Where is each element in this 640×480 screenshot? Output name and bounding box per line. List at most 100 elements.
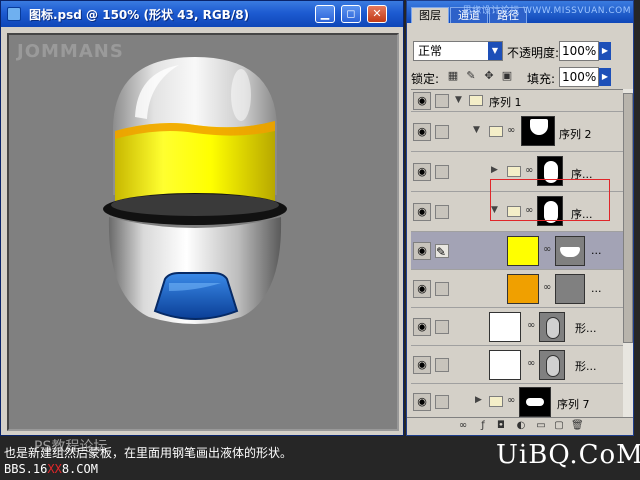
folder-icon [507, 166, 521, 177]
chain-icon: ∞ [527, 320, 536, 331]
vector-mask-thumbnail[interactable] [521, 116, 555, 146]
layer-row[interactable]: ◉ ∞ 形... [411, 308, 623, 346]
lock-label: 锁定: [411, 72, 440, 86]
eye-icon[interactable]: ◉ [413, 203, 431, 221]
highlight-annotation [490, 179, 610, 221]
chevron-down-icon[interactable]: ▼ [488, 42, 502, 60]
link-layers-icon[interactable]: ∞ [457, 420, 469, 432]
folder-icon [469, 95, 483, 106]
eye-icon[interactable]: ◉ [413, 393, 431, 411]
folder-icon [489, 396, 503, 407]
tab-layers[interactable]: 图层 [411, 7, 449, 23]
link-toggle[interactable] [435, 320, 449, 334]
layer-row[interactable]: ◉ ∞ 形... [411, 346, 623, 384]
layer-row-selected[interactable]: ◉ ✎ ∞ ... [411, 232, 623, 270]
chain-icon: ∞ [507, 125, 516, 136]
capsule-artwork [103, 57, 287, 324]
layers-titlebar[interactable]: 图层 通道 路径 思缘设计论坛 WWW.MISSVUAN.COM [407, 1, 633, 23]
lock-all-icon[interactable]: ▣ [501, 70, 513, 82]
blend-mode-value: 正常 [418, 44, 443, 58]
eye-icon[interactable]: ◉ [413, 123, 431, 141]
fill-input[interactable]: 100% [559, 67, 599, 87]
expand-triangle-icon[interactable]: ▼ [473, 125, 480, 135]
vector-mask-thumbnail[interactable] [519, 387, 551, 417]
link-toggle[interactable] [435, 358, 449, 372]
link-toggle[interactable] [435, 282, 449, 296]
chain-icon: ∞ [527, 358, 536, 369]
site-watermark: 思缘设计论坛 WWW.MISSVUAN.COM [462, 6, 631, 16]
layer-row[interactable]: ◉ ∞ ... [411, 270, 623, 308]
link-toggle[interactable] [435, 94, 449, 108]
adjustment-layer-icon[interactable]: ◐ [515, 420, 527, 432]
eye-icon[interactable]: ◉ [413, 242, 431, 260]
layer-style-icon[interactable]: ƒ [477, 420, 489, 432]
layer-name: 序列 2 [559, 128, 592, 141]
url-suffix: 8.COM [61, 462, 98, 476]
eye-icon[interactable]: ◉ [413, 356, 431, 374]
canvas[interactable]: JOMMANS [7, 33, 399, 431]
caption-text: 也是新建组然后蒙板，在里面用钢笔画出液体的形状。 [4, 446, 293, 460]
orange-fill-thumbnail[interactable] [507, 274, 539, 304]
layers-footer: ∞ ƒ ◘ ◐ ▭ ▢ 🗑 [407, 417, 633, 435]
opacity-slider-arrow-icon[interactable]: ▶ [599, 42, 611, 60]
yellow-fill-thumbnail[interactable] [507, 236, 539, 266]
url-red: XX [47, 462, 62, 476]
opacity-input[interactable]: 100% [559, 41, 599, 61]
shape-mask-thumbnail[interactable] [539, 350, 565, 380]
chain-icon: ∞ [507, 395, 516, 406]
lock-pixels-icon[interactable]: ✎ [465, 70, 477, 82]
shape-mask-thumbnail[interactable] [539, 312, 565, 342]
link-toggle[interactable] [435, 395, 449, 409]
white-fill-thumbnail[interactable] [489, 350, 521, 380]
expand-triangle-icon[interactable]: ▶ [491, 165, 498, 175]
eye-icon[interactable]: ◉ [413, 280, 431, 298]
layer-name: ... [591, 282, 602, 295]
lock-position-icon[interactable]: ✥ [483, 70, 495, 82]
link-toggle[interactable] [435, 125, 449, 139]
layer-row[interactable]: ◉ ▼ ∞ 序列 2 [411, 112, 623, 152]
opacity-label: 不透明度: [507, 46, 560, 60]
link-toggle[interactable] [435, 205, 449, 219]
shape-mask-thumbnail[interactable] [555, 236, 585, 266]
white-fill-thumbnail[interactable] [489, 312, 521, 342]
new-group-icon[interactable]: ▭ [535, 420, 547, 432]
eye-icon[interactable]: ◉ [413, 92, 431, 110]
blend-row: 正常 ▼ 不透明度: 100% ▶ [407, 41, 633, 63]
chain-icon: ∞ [543, 282, 552, 293]
brand-logo: UiBQ.CoM [496, 440, 640, 470]
eye-icon[interactable]: ◉ [413, 163, 431, 181]
layer-name: 形... [575, 322, 597, 335]
fill-slider-arrow-icon[interactable]: ▶ [599, 68, 611, 86]
caption-url: BBS.16XX8.COM [4, 462, 98, 476]
maximize-button[interactable]: ◻ [341, 5, 361, 23]
link-toggle[interactable] [435, 165, 449, 179]
minimize-button[interactable]: ▁ [315, 5, 335, 23]
document-titlebar[interactable]: 图标.psd @ 150% (形状 43, RGB/8) ▁ ◻ ✕ [1, 1, 403, 27]
layer-row[interactable]: ◉ ▶ ∞ 序列 7 [411, 384, 623, 417]
layer-name: 序列 1 [489, 96, 522, 109]
layer-name: ... [591, 244, 602, 257]
document-title: 图标.psd @ 150% (形状 43, RGB/8) [29, 8, 250, 22]
brush-icon[interactable]: ✎ [435, 244, 449, 259]
shape-mask-thumbnail[interactable] [555, 274, 585, 304]
eye-icon[interactable]: ◉ [413, 318, 431, 336]
layer-name: 形... [575, 360, 597, 373]
expand-triangle-icon[interactable]: ▶ [475, 395, 482, 405]
scrollbar-thumb[interactable] [623, 93, 633, 343]
new-layer-icon[interactable]: ▢ [553, 420, 565, 432]
expand-triangle-icon[interactable]: ▼ [455, 95, 462, 105]
add-mask-icon[interactable]: ◘ [495, 420, 507, 432]
blend-mode-select[interactable]: 正常 ▼ [413, 41, 503, 61]
url-prefix: BBS.16 [4, 462, 48, 476]
chain-icon: ∞ [525, 165, 534, 176]
trash-icon[interactable]: 🗑 [571, 420, 584, 432]
folder-icon [489, 126, 503, 137]
layer-row[interactable]: ◉ ▼ 序列 1 [411, 90, 623, 112]
close-button[interactable]: ✕ [367, 5, 387, 23]
document-window: 图标.psd @ 150% (形状 43, RGB/8) ▁ ◻ ✕ JOMMA… [0, 0, 404, 436]
photoshop-file-icon [7, 7, 21, 21]
lock-transparency-icon[interactable]: ▦ [447, 70, 459, 82]
fill-label: 填充: [527, 72, 556, 86]
lock-row: 锁定: ▦ ✎ ✥ ▣ 填充: 100% ▶ [407, 67, 633, 87]
chain-icon: ∞ [543, 244, 552, 255]
